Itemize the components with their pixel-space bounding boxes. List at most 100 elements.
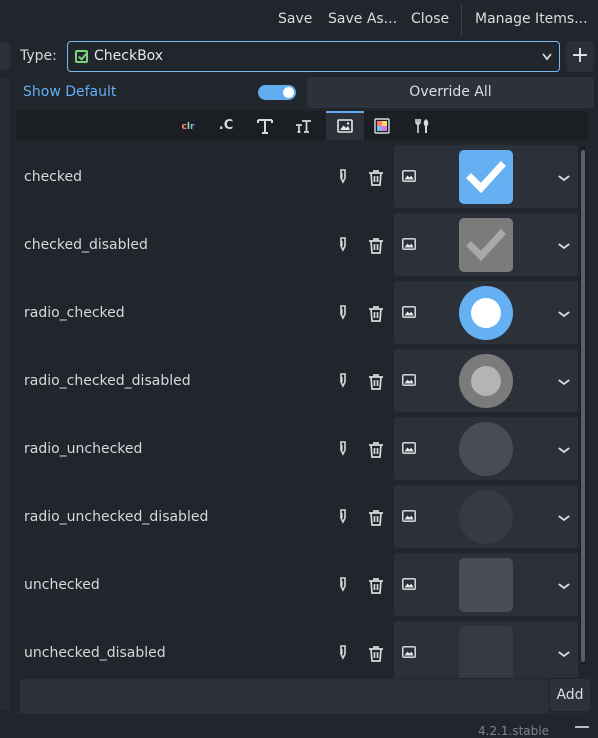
unchecked-disabled-preview: [459, 626, 513, 678]
rename-icon[interactable]: [334, 168, 352, 186]
list-item: radio_unchecked: [16, 412, 588, 480]
chevron-down-icon: [542, 53, 552, 61]
item-name: radio_checked_disabled: [24, 373, 191, 389]
bottom-divider: [16, 713, 588, 714]
item-name: unchecked: [24, 577, 100, 593]
font-size-icon: [296, 119, 311, 133]
type-label: Type:: [20, 48, 57, 64]
tools-icon: [415, 118, 429, 133]
radio-unchecked-preview: [459, 422, 513, 476]
left-panel-strip: [0, 78, 10, 710]
rename-icon[interactable]: [334, 372, 352, 390]
rename-icon[interactable]: [334, 576, 352, 594]
texture-picker[interactable]: [394, 213, 578, 276]
image-icon: [402, 374, 416, 386]
remove-icon[interactable]: [366, 644, 386, 664]
tab-colors[interactable]: clr: [172, 111, 204, 140]
item-name: radio_checked: [24, 305, 125, 321]
image-icon: [402, 442, 416, 454]
checked-preview: [459, 150, 513, 204]
tab-icons[interactable]: [326, 111, 364, 140]
left-panel-stub[interactable]: [0, 42, 10, 70]
plus-icon: +: [570, 43, 590, 68]
tab-styleboxes[interactable]: [366, 111, 398, 140]
item-name: checked_disabled: [24, 237, 148, 253]
list-item: unchecked: [16, 548, 588, 616]
save-button[interactable]: Save: [278, 11, 312, 27]
type-select-value: CheckBox: [94, 48, 164, 64]
item-name: radio_unchecked_disabled: [24, 509, 209, 525]
image-icon: [402, 646, 416, 658]
list-item: checked: [16, 140, 588, 208]
list-item: radio_unchecked_disabled: [16, 480, 588, 548]
checkbox-icon: [75, 50, 88, 63]
stylebox-icon: [374, 117, 390, 134]
toolbar-separator: [461, 4, 462, 36]
tab-constants[interactable]: .C: [210, 111, 242, 140]
tab-type-settings[interactable]: [406, 111, 438, 140]
list-item: radio_checked: [16, 276, 588, 344]
texture-picker[interactable]: [394, 349, 578, 412]
chevron-down-icon[interactable]: [556, 234, 572, 258]
rename-icon[interactable]: [334, 440, 352, 458]
chevron-down-icon[interactable]: [556, 642, 572, 666]
remove-icon[interactable]: [366, 168, 386, 188]
image-icon: [402, 170, 416, 182]
remove-icon[interactable]: [366, 576, 386, 596]
font-icon: [257, 118, 273, 134]
menu-icon[interactable]: [575, 726, 589, 736]
chevron-down-icon[interactable]: [556, 370, 572, 394]
scrollbar-thumb[interactable]: [581, 150, 585, 662]
checked-disabled-preview: [459, 218, 513, 272]
remove-icon[interactable]: [366, 508, 386, 528]
add-item-button[interactable]: Add: [550, 679, 590, 711]
list-item: radio_checked_disabled: [16, 344, 588, 412]
rename-icon[interactable]: [334, 236, 352, 254]
data-type-tabbar: clr .C: [16, 111, 588, 140]
rename-icon[interactable]: [334, 644, 352, 662]
item-name: checked: [24, 169, 82, 185]
image-icon: [337, 118, 353, 133]
toolbar: Save Save As... Close Manage Items...: [0, 0, 598, 40]
chevron-down-icon[interactable]: [556, 166, 572, 190]
type-select[interactable]: CheckBox: [67, 41, 560, 72]
version-label: 4.2.1.stable: [478, 724, 549, 738]
texture-picker[interactable]: [394, 553, 578, 616]
radio-checked-disabled-preview: [459, 354, 513, 408]
list-item: unchecked_disabled: [16, 616, 588, 678]
show-default-label[interactable]: Show Default: [23, 84, 116, 100]
tab-font-sizes[interactable]: [288, 111, 320, 140]
rename-icon[interactable]: [334, 508, 352, 526]
show-default-toggle[interactable]: [258, 85, 296, 100]
remove-icon[interactable]: [366, 236, 386, 256]
color-icon: clr: [181, 122, 195, 132]
remove-icon[interactable]: [366, 372, 386, 392]
chevron-down-icon[interactable]: [556, 574, 572, 598]
remove-icon[interactable]: [366, 440, 386, 460]
texture-picker[interactable]: [394, 485, 578, 548]
image-icon: [402, 510, 416, 522]
chevron-down-icon[interactable]: [556, 506, 572, 530]
save-as-button[interactable]: Save As...: [328, 11, 397, 27]
add-type-button[interactable]: +: [566, 41, 594, 72]
texture-picker[interactable]: [394, 417, 578, 480]
image-icon: [402, 306, 416, 318]
unchecked-preview: [459, 558, 513, 612]
chevron-down-icon[interactable]: [556, 302, 572, 326]
tab-fonts[interactable]: [249, 111, 281, 140]
remove-icon[interactable]: [366, 304, 386, 324]
texture-picker[interactable]: [394, 145, 578, 208]
close-button[interactable]: Close: [411, 11, 449, 27]
constant-icon: .C: [218, 118, 234, 133]
item-name: unchecked_disabled: [24, 645, 166, 661]
rename-icon[interactable]: [334, 304, 352, 322]
toggle-knob: [283, 87, 294, 98]
texture-picker[interactable]: [394, 621, 578, 678]
item-name: radio_unchecked: [24, 441, 143, 457]
manage-items-button[interactable]: Manage Items...: [475, 11, 588, 27]
new-item-name-input[interactable]: [20, 679, 549, 713]
image-icon: [402, 238, 416, 250]
chevron-down-icon[interactable]: [556, 438, 572, 462]
override-all-button[interactable]: Override All: [307, 77, 594, 108]
texture-picker[interactable]: [394, 281, 578, 344]
